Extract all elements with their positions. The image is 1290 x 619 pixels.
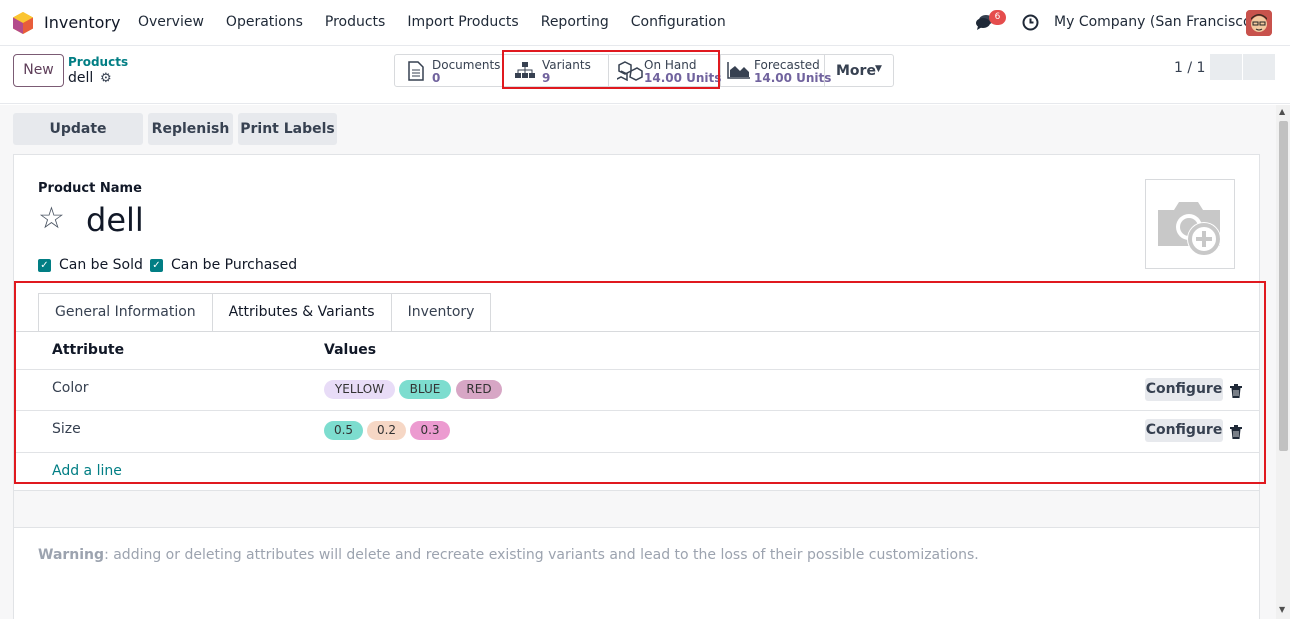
star-icon[interactable]: ☆ [38,201,65,236]
print-labels-button[interactable]: Print Labels [238,113,337,145]
pager-value[interactable]: 1 / 1 [1174,60,1205,76]
menu-import-products[interactable]: Import Products [407,14,518,30]
documents-label: Documents [432,58,501,72]
warning-text: : adding or deleting attributes will del… [104,547,979,563]
caret-down-icon: ▼ [875,64,882,74]
forecasted-value: 14.00 Units [754,71,832,85]
warning-message: Warning: adding or deleting attributes w… [38,547,979,563]
more-button[interactable]: More ▼ [825,55,893,86]
vertical-scrollbar[interactable]: ▲ ▼ [1276,105,1290,619]
can-be-sold-label: Can be Sold [59,257,143,273]
can-be-purchased-label: Can be Purchased [171,257,298,273]
menu-products[interactable]: Products [325,14,385,30]
area-chart-icon [727,62,750,79]
table-footer [14,490,1259,528]
file-icon [408,61,424,81]
main-menu: Overview Operations Products Import Prod… [138,14,748,30]
highlight-box [14,281,1266,484]
form-view: Update Quantity Replenish Print Labels P… [0,105,1276,619]
top-navbar: Inventory Overview Operations Products I… [0,0,1290,46]
highlight-box [502,50,720,89]
more-label: More [836,63,876,79]
forecasted-label: Forecasted [754,58,820,72]
replenish-button[interactable]: Replenish [148,113,233,145]
breadcrumb-products[interactable]: Products [68,55,128,69]
form-sheet: Product Name ☆ dell ✓ Can be Sold ✓ Can … [13,154,1266,619]
menu-operations[interactable]: Operations [226,14,303,30]
app-name[interactable]: Inventory [44,13,120,32]
can-be-sold-checkbox[interactable]: ✓ [38,259,51,272]
forecasted-button[interactable]: Forecasted 14.00 Units [721,55,831,86]
menu-reporting[interactable]: Reporting [541,14,609,30]
scroll-down-icon[interactable]: ▼ [1279,605,1285,614]
documents-button[interactable]: Documents 0 [395,55,503,86]
clock-icon[interactable] [1022,14,1039,31]
message-count-badge: 6 [989,10,1006,25]
new-button[interactable]: New [13,54,64,87]
scroll-up-icon[interactable]: ▲ [1279,107,1285,116]
menu-configuration[interactable]: Configuration [631,14,726,30]
can-be-purchased-checkbox[interactable]: ✓ [150,259,163,272]
scroll-thumb[interactable] [1279,121,1288,451]
avatar[interactable] [1246,10,1272,36]
product-image-placeholder[interactable] [1145,179,1235,269]
pager-previous-button[interactable] [1210,54,1242,80]
menu-overview[interactable]: Overview [138,14,204,30]
pager-next-button[interactable] [1243,54,1275,80]
gear-icon[interactable]: ⚙ [100,71,112,86]
product-name-field[interactable]: dell [86,201,144,239]
documents-value: 0 [432,71,441,85]
product-name-label: Product Name [38,181,142,196]
warning-title: Warning [38,547,105,563]
inventory-app-icon[interactable] [13,12,33,34]
update-quantity-button[interactable]: Update Quantity [13,113,143,169]
company-switcher[interactable]: My Company (San Francisco) [1054,14,1257,30]
breadcrumb-current: dell [68,70,94,86]
camera-plus-icon [1158,202,1221,256]
